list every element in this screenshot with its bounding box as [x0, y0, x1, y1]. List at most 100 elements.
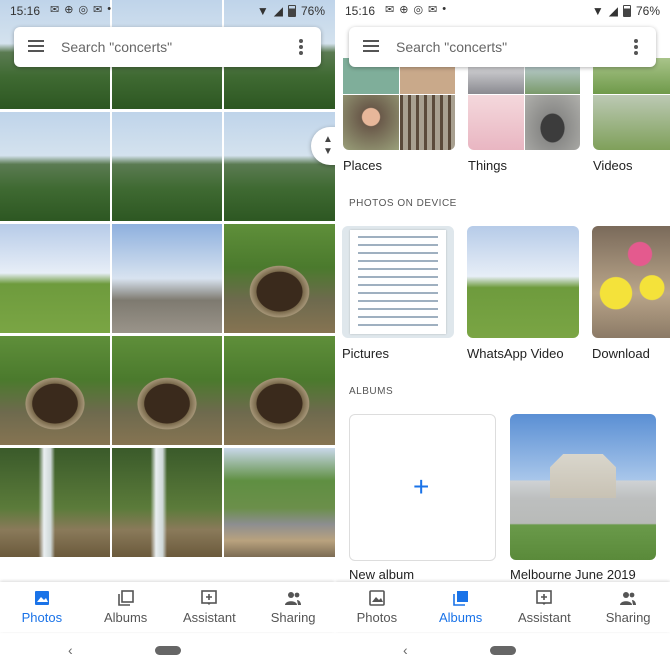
nav-label: Photos	[21, 610, 63, 625]
gmail-icon: ✉	[385, 4, 395, 16]
menu-icon[interactable]	[28, 40, 44, 52]
sharing-icon	[285, 592, 302, 605]
status-time: 15:16	[345, 4, 376, 18]
nav-photos[interactable]: Photos	[335, 582, 419, 632]
nav-label: Sharing	[270, 610, 316, 625]
photo-thumbnail[interactable]	[0, 448, 110, 557]
photo-thumbnail[interactable]	[224, 448, 335, 557]
gmail-icon: ✉	[50, 4, 60, 16]
instagram-icon: ◎	[78, 4, 89, 16]
bottom-navigation: Photos Albums Assistant Sharing	[335, 582, 670, 632]
photo-thumbnail[interactable]	[112, 448, 222, 557]
nav-label: Assistant	[518, 610, 571, 625]
notification-icons: ✉ ⊕ ◎ ✉ •	[385, 3, 446, 16]
photos-on-device-heading: PHOTOS ON DEVICE	[349, 198, 457, 209]
photo-thumbnail[interactable]	[112, 336, 222, 445]
folder-pictures[interactable]: Pictures	[342, 346, 389, 361]
nav-label: Sharing	[605, 610, 651, 625]
status-time: 15:16	[10, 4, 41, 18]
photo-thumbnail[interactable]	[112, 224, 222, 333]
home-pill[interactable]	[155, 646, 181, 655]
photos-screen: 15:16 ✉ ⊕ ◎ ✉ • ▼ ◢ 76% Search "concerts…	[0, 0, 335, 670]
search-bar[interactable]: Search "concerts"	[14, 27, 321, 67]
new-album-button[interactable]: +	[349, 414, 496, 561]
menu-icon[interactable]	[363, 40, 379, 52]
sharing-icon	[620, 592, 637, 605]
videos-thumbnail[interactable]	[593, 58, 670, 150]
notification-icons: ✉ ⊕ ◎ ✉ •	[50, 3, 111, 16]
battery-level: 76%	[300, 4, 325, 18]
pictures-folder-thumbnail[interactable]	[342, 226, 454, 338]
nav-albums[interactable]: Albums	[419, 582, 503, 632]
photo-thumbnail[interactable]	[0, 224, 110, 333]
more-vert-icon[interactable]	[634, 39, 638, 57]
category-places[interactable]: Places	[343, 158, 382, 173]
dot-icon: •	[442, 3, 447, 15]
back-icon[interactable]: ‹	[403, 642, 408, 658]
category-videos[interactable]: Videos	[593, 158, 633, 173]
photo-grid	[0, 0, 335, 557]
wifi-icon: ▼	[256, 4, 269, 18]
whatsapp-video-folder-thumbnail[interactable]	[467, 226, 579, 338]
system-navigation: ‹	[335, 632, 670, 670]
album-melbourne-thumbnail[interactable]	[510, 414, 656, 560]
battery-level: 76%	[635, 4, 660, 18]
gmail-icon: ✉	[93, 4, 103, 16]
search-bar[interactable]: Search "concerts"	[349, 27, 656, 67]
instagram-icon: ◎	[413, 4, 424, 16]
nav-sharing[interactable]: Sharing	[251, 582, 335, 632]
photo-thumbnail[interactable]	[0, 112, 110, 221]
albums-screen: Places Things Videos PHOTOS ON DEVICE Pi…	[335, 0, 670, 670]
chevron-down-icon: ▼	[323, 146, 333, 157]
back-icon[interactable]: ‹	[68, 642, 73, 658]
plus-circle-icon: ⊕	[399, 4, 409, 16]
plus-icon: +	[413, 471, 430, 502]
signal-icon: ◢	[273, 4, 283, 18]
search-input[interactable]: Search "concerts"	[61, 39, 172, 55]
albums-icon	[117, 590, 134, 606]
gmail-icon: ✉	[428, 4, 438, 16]
status-bar: 15:16 ✉ ⊕ ◎ ✉ • ▼ ◢ 76%	[335, 0, 670, 24]
nav-albums[interactable]: Albums	[84, 582, 168, 632]
assistant-icon	[201, 590, 218, 605]
nav-label: Assistant	[183, 610, 236, 625]
photo-thumbnail[interactable]	[0, 336, 110, 445]
folder-download[interactable]: Download	[592, 346, 650, 361]
photo-thumbnail[interactable]	[224, 112, 335, 221]
battery-icon	[287, 5, 296, 17]
photo-icon	[34, 591, 49, 605]
nav-assistant[interactable]: Assistant	[168, 582, 252, 632]
nav-assistant[interactable]: Assistant	[503, 582, 587, 632]
photo-thumbnail[interactable]	[112, 112, 222, 221]
wifi-icon: ▼	[591, 4, 604, 18]
category-things[interactable]: Things	[468, 158, 507, 173]
nav-photos[interactable]: Photos	[0, 582, 84, 632]
home-pill[interactable]	[490, 646, 516, 655]
nav-sharing[interactable]: Sharing	[586, 582, 670, 632]
search-input[interactable]: Search "concerts"	[396, 39, 507, 55]
battery-icon	[622, 5, 631, 17]
photo-thumbnail[interactable]	[224, 224, 335, 333]
album-new-album-label[interactable]: New album	[349, 567, 414, 582]
signal-icon: ◢	[608, 4, 618, 18]
plus-circle-icon: ⊕	[64, 4, 74, 16]
folder-whatsapp-video[interactable]: WhatsApp Video	[467, 346, 564, 361]
photo-icon	[369, 590, 385, 606]
more-vert-icon[interactable]	[299, 39, 303, 57]
nav-label: Albums	[103, 610, 148, 625]
places-thumbnail[interactable]	[343, 58, 455, 150]
nav-label: Albums	[438, 610, 483, 625]
album-melbourne-label[interactable]: Melbourne June 2019	[510, 567, 636, 582]
bottom-navigation: Photos Albums Assistant Sharing	[0, 582, 335, 632]
albums-heading: ALBUMS	[349, 386, 394, 397]
photo-thumbnail[interactable]	[224, 336, 335, 445]
system-navigation: ‹	[0, 632, 335, 670]
nav-label: Photos	[356, 610, 398, 625]
chevron-up-icon: ▲	[323, 134, 333, 145]
assistant-icon	[536, 590, 553, 605]
albums-icon	[452, 591, 468, 606]
download-folder-thumbnail[interactable]	[592, 226, 670, 338]
dot-icon: •	[107, 3, 112, 15]
things-thumbnail[interactable]	[468, 58, 580, 150]
status-bar: 15:16 ✉ ⊕ ◎ ✉ • ▼ ◢ 76%	[0, 0, 335, 22]
